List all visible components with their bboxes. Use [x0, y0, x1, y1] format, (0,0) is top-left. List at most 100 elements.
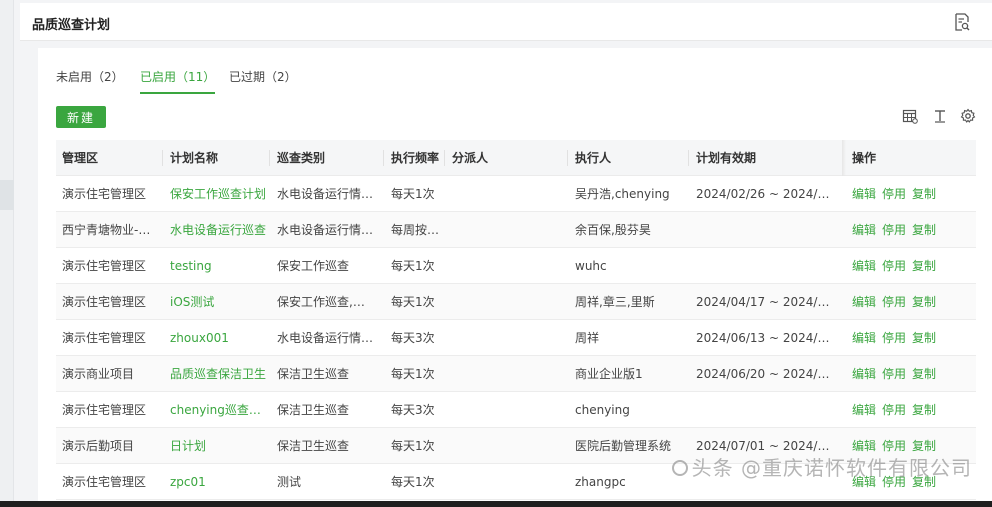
cell-frequency: 每天1次 — [391, 475, 435, 489]
cell-assigner — [452, 212, 562, 248]
cell-assigner — [452, 320, 562, 356]
copy-button[interactable]: 复制 — [912, 259, 936, 273]
copy-button[interactable]: 复制 — [912, 187, 936, 201]
cell-frequency: 每天1次 — [391, 367, 435, 381]
edit-button[interactable]: 编辑 — [852, 187, 876, 201]
edit-button[interactable]: 编辑 — [852, 295, 876, 309]
cell-area: 演示住宅管理区 — [62, 187, 147, 201]
cell-area: 演示商业项目 — [62, 367, 135, 381]
tab-active[interactable]: 已启用（11） — [140, 68, 216, 94]
cell-executor: 吴丹浩,chenying — [575, 187, 670, 201]
cell-assigner — [452, 176, 562, 212]
cell-category: 保洁卫生巡查 — [277, 403, 350, 417]
cell-period — [696, 392, 836, 428]
watermark-logo-icon — [671, 460, 688, 476]
text-format-icon[interactable] — [932, 108, 948, 124]
cell-category: 保安工作巡查 — [277, 259, 350, 273]
row-actions: 编辑 停用 复制 — [852, 320, 942, 356]
cell-plan-name[interactable]: iOS测试 — [170, 284, 266, 320]
cell-area: 演示住宅管理区 — [62, 259, 147, 273]
document-search-icon[interactable] — [954, 13, 970, 31]
gear-icon[interactable] — [960, 108, 976, 124]
header-assigner: 分派人 — [452, 151, 489, 165]
disable-button[interactable]: 停用 — [882, 187, 906, 201]
header-period: 计划有效期 — [696, 151, 757, 165]
table-row: 西宁青塘物业-青塘小区水电设备运行巡查水电设备运行情况巡查 每周按天执行 余百保,殷… — [56, 212, 976, 248]
disable-button[interactable]: 停用 — [882, 439, 906, 453]
cell-executor: chenying — [575, 403, 630, 417]
cell-area: 演示住宅管理区 — [62, 295, 147, 309]
row-actions: 编辑 停用 复制 — [852, 356, 942, 392]
left-nav-active-marker — [0, 180, 14, 210]
cell-category: 水电设备运行情况巡查 — [277, 331, 375, 345]
cell-frequency: 每天1次 — [391, 295, 435, 309]
disable-button[interactable]: 停用 — [882, 223, 906, 237]
cell-plan-name[interactable]: testing — [170, 248, 266, 284]
cell-plan-name[interactable]: chenying巡查标准 — [170, 392, 266, 428]
cell-assigner — [452, 284, 562, 320]
cell-frequency: 每周按天执行 — [391, 223, 441, 237]
header-area: 管理区 — [62, 151, 99, 165]
header-actions: 操作 — [852, 151, 877, 165]
new-button[interactable]: 新建 — [56, 106, 106, 128]
cell-period: 2024/02/26 ~ 2024/02/29 — [696, 187, 836, 201]
copy-button[interactable]: 复制 — [912, 223, 936, 237]
edit-button[interactable]: 编辑 — [852, 403, 876, 417]
disable-button[interactable]: 停用 — [882, 295, 906, 309]
cell-assigner — [452, 248, 562, 284]
tab-expired[interactable]: 已过期（2） — [229, 68, 297, 94]
cell-category: 保洁卫生巡查 — [277, 439, 350, 453]
table-row: 演示住宅管理区 zhoux001 水电设备运行情况巡查 每天3次 周祥 2024/06/1… — [56, 320, 976, 356]
cell-area: 演示后勤项目 — [62, 439, 135, 453]
cell-category: 保安工作巡查,水电设备 — [277, 295, 375, 309]
cell-executor: wuhc — [575, 259, 607, 273]
cell-period — [696, 248, 836, 284]
disable-button[interactable]: 停用 — [882, 403, 906, 417]
disable-button[interactable]: 停用 — [882, 331, 906, 345]
cell-executor: 医院后勤管理系统 — [575, 439, 672, 453]
disable-button[interactable]: 停用 — [882, 259, 906, 273]
cell-plan-name[interactable]: 保安工作巡查计划 — [170, 176, 266, 212]
header-frequency: 执行频率 — [391, 151, 440, 165]
row-actions: 编辑 停用 复制 — [852, 284, 942, 320]
cell-frequency: 每天1次 — [391, 439, 435, 453]
cell-frequency: 每天1次 — [391, 259, 435, 273]
cell-category: 水电设备运行情况巡查 — [277, 223, 375, 237]
tab-inactive[interactable]: 未启用（2） — [56, 68, 124, 94]
table-row: 演示住宅管理区 iOS测试保安工作巡查,水电设备 每天1次 周祥,章三,里斯 2024/… — [56, 284, 976, 320]
copy-button[interactable]: 复制 — [912, 295, 936, 309]
edit-button[interactable]: 编辑 — [852, 223, 876, 237]
calendar-grid-icon[interactable] — [902, 108, 918, 124]
copy-button[interactable]: 复制 — [912, 403, 936, 417]
copy-button[interactable]: 复制 — [912, 367, 936, 381]
disable-button[interactable]: 停用 — [882, 367, 906, 381]
edit-button[interactable]: 编辑 — [852, 331, 876, 345]
header-executor: 执行人 — [575, 151, 612, 165]
cell-category: 保洁卫生巡查 — [277, 367, 350, 381]
row-actions: 编辑 停用 复制 — [852, 176, 942, 212]
cell-plan-name[interactable]: zhoux001 — [170, 320, 266, 356]
cell-frequency: 每天1次 — [391, 187, 435, 201]
cell-frequency: 每天3次 — [391, 331, 435, 345]
cell-plan-name[interactable]: 水电设备运行巡查 — [170, 212, 266, 248]
cell-area: 西宁青塘物业-青塘小区 — [62, 223, 160, 237]
edit-button[interactable]: 编辑 — [852, 367, 876, 381]
row-actions: 编辑 停用 复制 — [852, 392, 942, 428]
edit-button[interactable]: 编辑 — [852, 439, 876, 453]
copy-button[interactable]: 复制 — [912, 439, 936, 453]
table-row: 演示商业项目 品质巡查保洁卫生 保洁卫生巡查 每天1次 商业企业版1 2024/06/20… — [56, 356, 976, 392]
cell-assigner — [452, 464, 562, 500]
page-title: 品质巡查计划 — [32, 18, 111, 33]
watermark: 头条 @重庆诺怀软件有限公司 — [671, 452, 972, 481]
cell-plan-name[interactable]: 日计划 — [170, 428, 266, 464]
top-header: 品质巡查计划 — [20, 3, 992, 41]
cell-plan-name[interactable]: zpc01 — [170, 464, 266, 500]
cell-period: 2024/04/17 ~ 2024/05/31 — [696, 295, 836, 309]
copy-button[interactable]: 复制 — [912, 331, 936, 345]
row-actions: 编辑 停用 复制 — [852, 212, 942, 248]
cell-plan-name[interactable]: 品质巡查保洁卫生 — [170, 356, 266, 392]
cell-category: 测试 — [277, 475, 302, 489]
table-row: 演示住宅管理区 chenying巡查标准 保洁卫生巡查 每天3次 chenying 编辑停… — [56, 392, 976, 428]
edit-button[interactable]: 编辑 — [852, 259, 876, 273]
table-row: 演示住宅管理区 testing 保安工作巡查 每天1次 wuhc 编辑 停用 复制 — [56, 248, 976, 284]
